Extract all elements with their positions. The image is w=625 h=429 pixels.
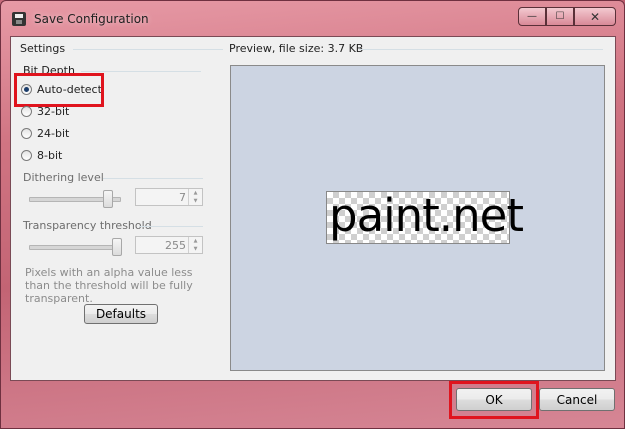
dialog-button-bar: OK Cancel — [1, 380, 624, 428]
dithering-divider — [103, 178, 203, 179]
close-icon: ✕ — [589, 9, 601, 24]
radio-button-icon[interactable] — [21, 150, 32, 161]
preview-header: Preview, file size: 3.7 KB — [229, 42, 364, 55]
highlight-auto-detect — [14, 73, 104, 107]
minimize-icon: — — [527, 11, 537, 22]
paint-net-logo: paint.net — [329, 189, 524, 242]
dithering-level-value: 7 — [179, 191, 186, 204]
maximize-button[interactable]: ☐ — [546, 7, 574, 26]
dithering-spin-arrows[interactable]: ▲ ▼ — [188, 189, 202, 205]
spin-down-icon[interactable]: ▼ — [189, 197, 202, 205]
maximize-icon: ☐ — [555, 11, 565, 22]
radio-24-bit[interactable]: 24-bit — [21, 127, 69, 140]
close-button[interactable]: ✕ — [574, 7, 616, 26]
radio-32-bit[interactable]: 32-bit — [21, 105, 69, 118]
transparency-threshold-value: 255 — [165, 239, 186, 252]
settings-header: Settings — [20, 42, 66, 55]
radio-button-icon[interactable] — [21, 106, 32, 117]
transparency-threshold-label: Transparency threshold — [23, 219, 152, 232]
radio-label: 8-bit — [37, 149, 63, 162]
transparency-threshold-input[interactable]: 255 ▲ ▼ — [135, 236, 203, 254]
settings-divider — [73, 49, 223, 50]
radio-button-icon[interactable] — [21, 128, 32, 139]
dithering-level-input[interactable]: 7 ▲ ▼ — [135, 188, 203, 206]
save-configuration-dialog: Save Configuration — ☐ ✕ Settings Bit De… — [0, 0, 625, 429]
spin-down-icon[interactable]: ▼ — [189, 245, 202, 253]
transparency-spin-arrows[interactable]: ▲ ▼ — [188, 237, 202, 253]
save-disk-icon — [12, 12, 26, 26]
spin-up-icon[interactable]: ▲ — [189, 237, 202, 245]
radio-label: 32-bit — [37, 105, 70, 118]
window-title: Save Configuration — [34, 12, 149, 26]
bit-depth-divider — [81, 71, 201, 72]
transparency-divider — [139, 226, 203, 227]
transparency-slider-track[interactable] — [29, 245, 121, 250]
radio-label: 24-bit — [37, 127, 70, 140]
transparency-slider-thumb[interactable] — [112, 238, 122, 256]
threshold-help-text: Pixels with an alpha value less than the… — [25, 266, 193, 305]
cancel-button[interactable]: Cancel — [539, 388, 615, 411]
dialog-client-area: Settings Bit Depth Auto-detect 32-bit 24… — [10, 36, 616, 381]
highlight-ok-button — [449, 381, 539, 419]
dithering-level-label: Dithering level — [23, 171, 104, 184]
preview-divider — [359, 49, 603, 50]
preview-image: paint.net — [326, 189, 524, 244]
spin-up-icon[interactable]: ▲ — [189, 189, 202, 197]
minimize-button[interactable]: — — [518, 7, 546, 26]
caption-buttons: — ☐ ✕ — [518, 7, 616, 26]
preview-panel: paint.net — [230, 65, 605, 371]
dithering-slider-thumb[interactable] — [103, 190, 113, 208]
radio-8-bit[interactable]: 8-bit — [21, 149, 62, 162]
defaults-button[interactable]: Defaults — [84, 304, 158, 324]
title-bar[interactable]: Save Configuration — ☐ ✕ — [1, 1, 624, 35]
